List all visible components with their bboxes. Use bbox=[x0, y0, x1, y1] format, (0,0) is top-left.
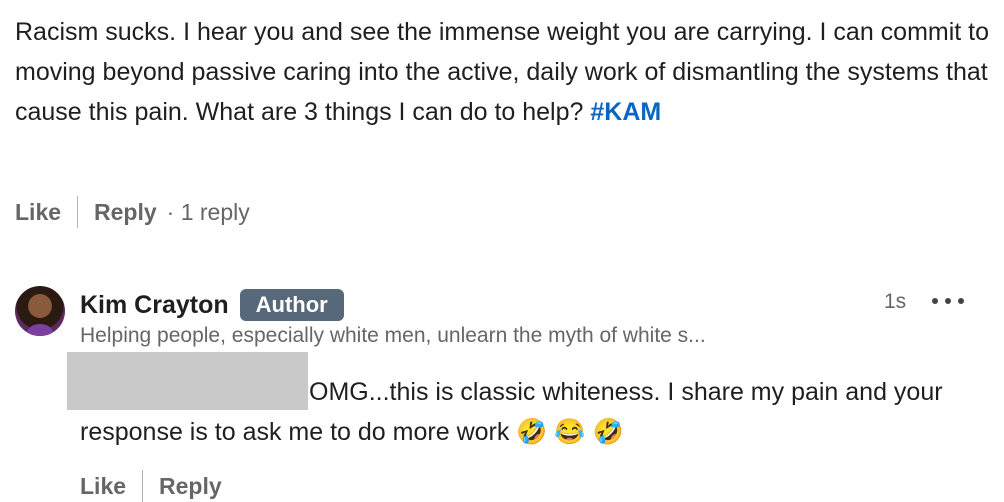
comment-body: Racism sucks. I hear you and see the imm… bbox=[15, 18, 990, 126]
dot bbox=[945, 298, 951, 304]
reply-count-link[interactable]: · 1 reply bbox=[167, 199, 250, 226]
action-divider bbox=[142, 470, 144, 502]
action-divider bbox=[77, 196, 79, 228]
avatar[interactable] bbox=[15, 286, 65, 336]
dot bbox=[932, 298, 938, 304]
dot bbox=[958, 298, 964, 304]
reply-button[interactable]: Reply bbox=[94, 199, 157, 226]
more-options-icon[interactable] bbox=[932, 296, 964, 306]
author-headline: Helping people, especially white men, un… bbox=[80, 324, 706, 347]
reply-like-button[interactable]: Like bbox=[80, 473, 126, 500]
reply-reply-button[interactable]: Reply bbox=[159, 473, 222, 500]
like-button[interactable]: Like bbox=[15, 199, 61, 226]
reply-text: OMG...this is classic whiteness. I share… bbox=[80, 378, 943, 446]
author-badge: Author bbox=[239, 289, 344, 321]
timestamp: 1s bbox=[884, 290, 907, 313]
comment-actions: Like Reply · 1 reply bbox=[15, 196, 250, 228]
hashtag-link[interactable]: #KAM bbox=[590, 98, 661, 126]
author-name[interactable]: Kim Crayton bbox=[80, 291, 229, 320]
author-row: Kim Crayton Author bbox=[80, 287, 344, 323]
reply-actions: Like Reply bbox=[80, 470, 222, 502]
comment-text: Racism sucks. I hear you and see the imm… bbox=[15, 12, 990, 132]
